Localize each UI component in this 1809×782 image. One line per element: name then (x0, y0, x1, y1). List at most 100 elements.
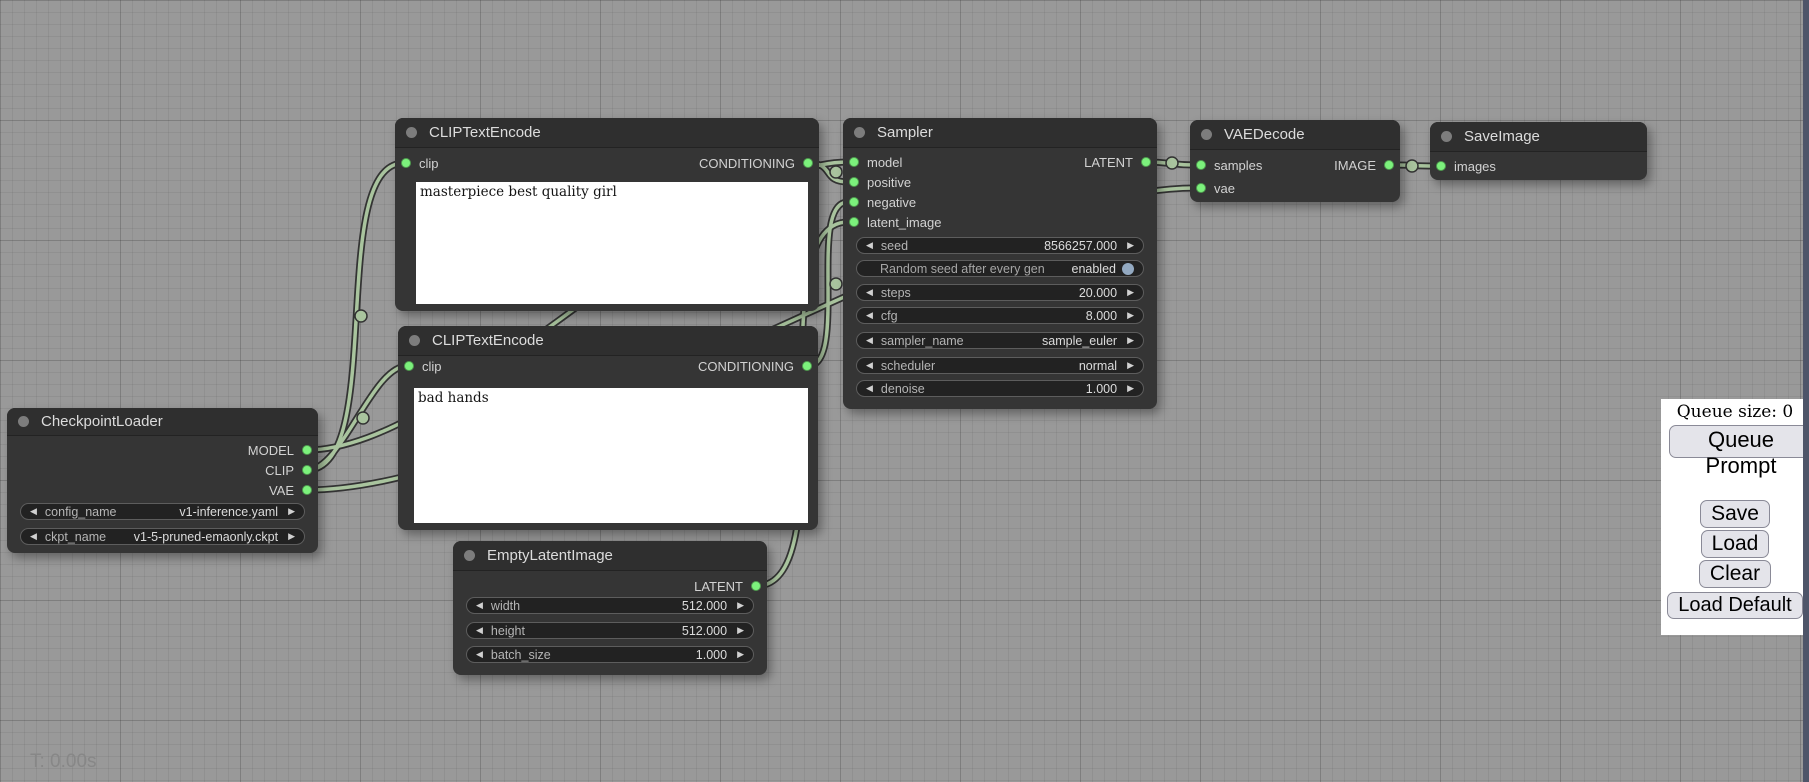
collapse-dot-icon[interactable] (464, 550, 475, 561)
node-titlebar[interactable]: Sampler (843, 118, 1157, 148)
output-dot-icon[interactable] (751, 581, 761, 591)
node-sampler[interactable]: Sampler model positive negative latent_i… (843, 118, 1157, 409)
output-dot-icon[interactable] (1141, 157, 1151, 167)
clear-button[interactable]: Clear (1699, 560, 1771, 588)
save-button[interactable]: Save (1700, 500, 1770, 528)
decrement-arrow-icon[interactable]: ◀ (476, 601, 483, 610)
increment-arrow-icon[interactable]: ▶ (1127, 311, 1134, 320)
widget-height[interactable]: ◀ height 512.000 ▶ (466, 622, 754, 639)
increment-arrow-icon[interactable]: ▶ (1127, 361, 1134, 370)
widget-cfg[interactable]: ◀ cfg 8.000 ▶ (856, 307, 1144, 324)
output-dot-icon[interactable] (302, 445, 312, 455)
toggle-on-icon[interactable] (1122, 263, 1134, 275)
node-titlebar[interactable]: CLIPTextEncode (395, 118, 819, 148)
input-dot-icon[interactable] (404, 361, 414, 371)
input-slot-model[interactable]: model (849, 153, 902, 171)
input-dot-icon[interactable] (1436, 161, 1446, 171)
comfyui-canvas[interactable]: { "colors": { "link": "#a9c49e", "link_o… (0, 0, 1809, 782)
collapse-dot-icon[interactable] (406, 127, 417, 138)
node-titlebar[interactable]: EmptyLatentImage (453, 541, 767, 571)
node-titlebar[interactable]: CheckpointLoader (7, 408, 318, 436)
node-titlebar[interactable]: SaveImage (1430, 122, 1647, 152)
output-dot-icon[interactable] (803, 158, 813, 168)
output-dot-icon[interactable] (302, 485, 312, 495)
input-slot-clip[interactable]: clip (401, 154, 439, 172)
collapse-dot-icon[interactable] (18, 416, 29, 427)
decrement-arrow-icon[interactable]: ◀ (476, 626, 483, 635)
widget-seed[interactable]: ◀ seed 8566257.000 ▶ (856, 237, 1144, 254)
output-slot-image[interactable]: IMAGE (1334, 156, 1394, 174)
output-dot-icon[interactable] (302, 465, 312, 475)
decrement-arrow-icon[interactable]: ◀ (866, 288, 873, 297)
widget-ckpt-name[interactable]: ◀ ckpt_name v1-5-pruned-emaonly.ckpt ▶ (20, 528, 305, 545)
input-slot-latent-image[interactable]: latent_image (849, 213, 941, 231)
queue-prompt-button[interactable]: Queue Prompt (1669, 425, 1809, 458)
decrement-arrow-icon[interactable]: ◀ (866, 361, 873, 370)
decrement-arrow-icon[interactable]: ◀ (30, 532, 37, 541)
node-checkpoint-loader[interactable]: CheckpointLoader MODEL CLIP VAE ◀ config… (7, 408, 318, 553)
widget-scheduler[interactable]: ◀ scheduler normal ▶ (856, 357, 1144, 374)
input-dot-icon[interactable] (849, 197, 859, 207)
increment-arrow-icon[interactable]: ▶ (288, 532, 295, 541)
widget-width[interactable]: ◀ width 512.000 ▶ (466, 597, 754, 614)
decrement-arrow-icon[interactable]: ◀ (476, 650, 483, 659)
input-dot-icon[interactable] (1196, 183, 1206, 193)
input-slot-positive[interactable]: positive (849, 173, 911, 191)
node-titlebar[interactable]: CLIPTextEncode (398, 326, 818, 356)
decrement-arrow-icon[interactable]: ◀ (866, 311, 873, 320)
negative-prompt-textarea[interactable]: bad hands (414, 388, 808, 523)
collapse-dot-icon[interactable] (854, 127, 865, 138)
node-empty-latent-image[interactable]: EmptyLatentImage LATENT ◀ width 512.000 … (453, 541, 767, 675)
node-save-image[interactable]: SaveImage images (1430, 122, 1647, 180)
increment-arrow-icon[interactable]: ▶ (288, 507, 295, 516)
load-default-button[interactable]: Load Default (1667, 592, 1802, 619)
increment-arrow-icon[interactable]: ▶ (1127, 288, 1134, 297)
widget-sampler-name[interactable]: ◀ sampler_name sample_euler ▶ (856, 332, 1144, 349)
output-slot-clip[interactable]: CLIP (265, 461, 312, 479)
output-dot-icon[interactable] (802, 361, 812, 371)
collapse-dot-icon[interactable] (409, 335, 420, 346)
increment-arrow-icon[interactable]: ▶ (1127, 241, 1134, 250)
increment-arrow-icon[interactable]: ▶ (1127, 384, 1134, 393)
node-clip-text-encode-negative[interactable]: CLIPTextEncode clip CONDITIONING bad han… (398, 326, 818, 530)
output-slot-conditioning[interactable]: CONDITIONING (699, 154, 813, 172)
decrement-arrow-icon[interactable]: ◀ (866, 241, 873, 250)
input-dot-icon[interactable] (849, 177, 859, 187)
widget-denoise[interactable]: ◀ denoise 1.000 ▶ (856, 380, 1144, 397)
output-slot-latent[interactable]: LATENT (694, 577, 761, 595)
node-vae-decode[interactable]: VAEDecode samples vae IMAGE (1190, 120, 1400, 202)
widget-steps[interactable]: ◀ steps 20.000 ▶ (856, 284, 1144, 301)
decrement-arrow-icon[interactable]: ◀ (30, 507, 37, 516)
decrement-arrow-icon[interactable]: ◀ (866, 384, 873, 393)
collapse-dot-icon[interactable] (1441, 131, 1452, 142)
increment-arrow-icon[interactable]: ▶ (737, 650, 744, 659)
output-slot-vae[interactable]: VAE (269, 481, 312, 499)
input-slot-vae[interactable]: vae (1196, 179, 1235, 197)
input-slot-samples[interactable]: samples (1196, 156, 1262, 174)
collapse-dot-icon[interactable] (1201, 129, 1212, 140)
widget-random-seed-toggle[interactable]: Random seed after every gen enabled (856, 260, 1144, 277)
node-clip-text-encode-positive[interactable]: CLIPTextEncode clip CONDITIONING masterp… (395, 118, 819, 311)
output-slot-label: CONDITIONING (698, 359, 794, 374)
input-slot-images[interactable]: images (1436, 157, 1496, 175)
node-titlebar[interactable]: VAEDecode (1190, 120, 1400, 150)
increment-arrow-icon[interactable]: ▶ (1127, 336, 1134, 345)
output-slot-model[interactable]: MODEL (248, 441, 312, 459)
scrollbar[interactable] (1803, 0, 1809, 782)
output-slot-latent[interactable]: LATENT (1084, 153, 1151, 171)
output-dot-icon[interactable] (1384, 160, 1394, 170)
output-slot-conditioning[interactable]: CONDITIONING (698, 357, 812, 375)
load-button[interactable]: Load (1701, 530, 1770, 558)
input-slot-negative[interactable]: negative (849, 193, 916, 211)
input-dot-icon[interactable] (401, 158, 411, 168)
input-dot-icon[interactable] (1196, 160, 1206, 170)
widget-batch-size[interactable]: ◀ batch_size 1.000 ▶ (466, 646, 754, 663)
decrement-arrow-icon[interactable]: ◀ (866, 336, 873, 345)
positive-prompt-textarea[interactable]: masterpiece best quality girl (416, 182, 808, 304)
input-slot-clip[interactable]: clip (404, 357, 442, 375)
input-dot-icon[interactable] (849, 217, 859, 227)
increment-arrow-icon[interactable]: ▶ (737, 626, 744, 635)
widget-config-name[interactable]: ◀ config_name v1-inference.yaml ▶ (20, 503, 305, 520)
input-dot-icon[interactable] (849, 157, 859, 167)
increment-arrow-icon[interactable]: ▶ (737, 601, 744, 610)
